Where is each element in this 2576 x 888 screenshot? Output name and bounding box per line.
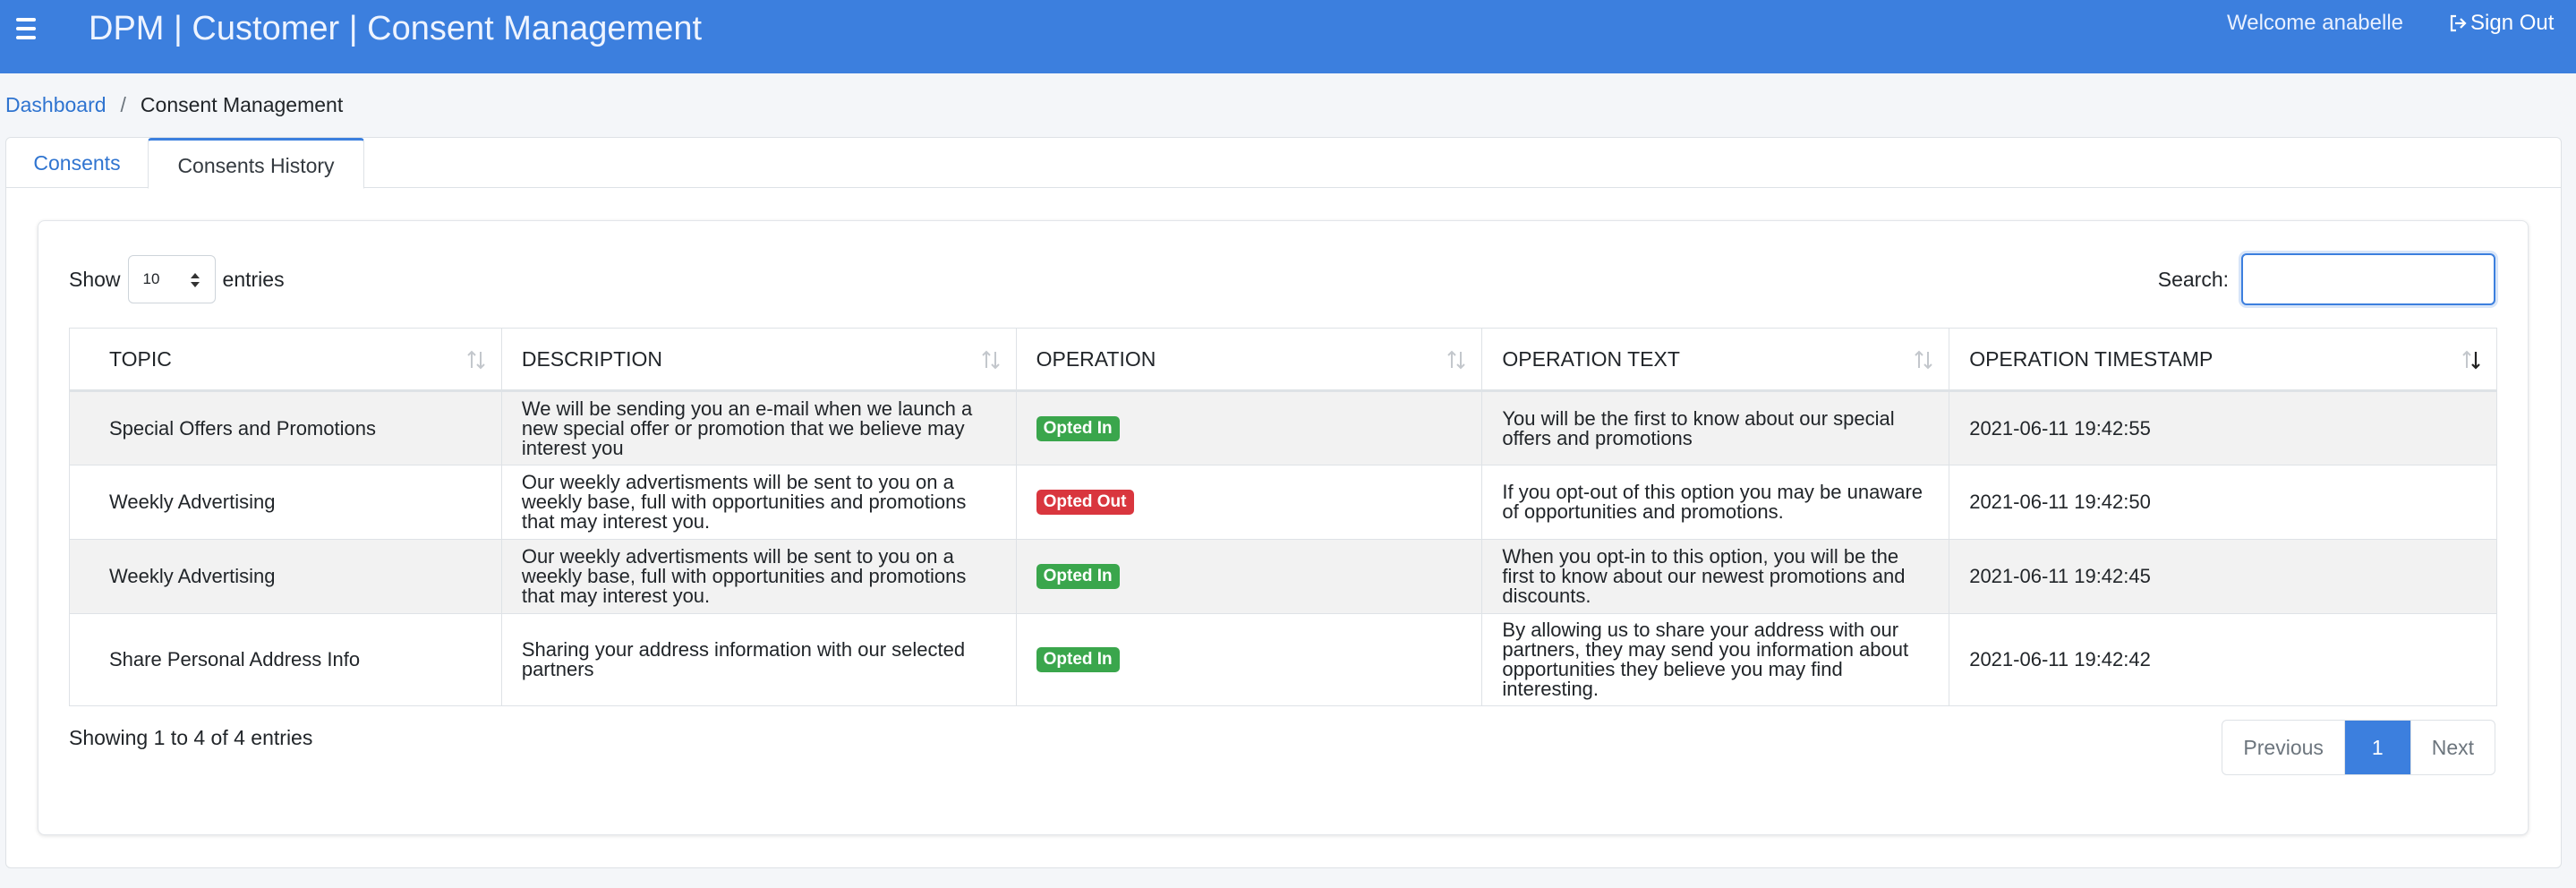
sort-icon (981, 350, 1000, 370)
cell-description: Our weekly advertisments will be sent to… (500, 465, 1017, 540)
table-row: Special Offers and Promotions We will be… (69, 390, 2497, 465)
breadcrumb-dashboard-link[interactable]: Dashboard (5, 90, 107, 120)
column-header-label: TOPIC (109, 346, 172, 371)
sort-icon (467, 350, 485, 370)
show-label: Show (69, 267, 121, 291)
table-row: Share Personal Address Info Sharing your… (69, 613, 2497, 706)
table-info: Showing 1 to 4 of 4 entries (69, 726, 313, 749)
status-badge: Opted In (1036, 415, 1120, 441)
content-panel: Consents Consents History Show 10 entrie… (5, 137, 2562, 868)
cell-topic: Share Personal Address Info (69, 613, 502, 706)
cell-topic: Weekly Advertising (69, 539, 502, 614)
cell-topic: Weekly Advertising (69, 465, 502, 540)
tab-bar: Consents Consents History (6, 138, 2561, 189)
cell-description: We will be sending you an e-mail when we… (500, 390, 1017, 465)
top-navbar: DPM | Customer | Consent Management Welc… (0, 0, 2576, 73)
cell-timestamp: 2021-06-11 19:42:45 (1949, 539, 2497, 614)
cell-operation: Opted Out (1015, 465, 1483, 540)
pagination: Previous 1 Next (2222, 720, 2495, 775)
cell-description: Our weekly advertisments will be sent to… (500, 539, 1017, 614)
status-badge: Opted In (1036, 564, 1120, 589)
breadcrumb-current: Consent Management (140, 93, 344, 116)
breadcrumb-separator: / (120, 93, 126, 116)
cell-timestamp: 2021-06-11 19:42:42 (1949, 613, 2497, 706)
breadcrumb: Dashboard / Consent Management (5, 90, 343, 120)
search-input[interactable] (2241, 253, 2495, 305)
column-header-label: OPERATION (1036, 346, 1156, 371)
cell-operation-text: When you opt-in to this option, you will… (1481, 539, 1950, 614)
column-header-operation[interactable]: OPERATION (1015, 328, 1483, 392)
column-header-operation-timestamp[interactable]: OPERATION TIMESTAMP (1949, 328, 2497, 392)
tab-consents-history[interactable]: Consents History (148, 138, 364, 189)
column-header-label: OPERATION TEXT (1502, 346, 1680, 371)
cell-timestamp: 2021-06-11 19:42:55 (1949, 390, 2497, 465)
cell-operation: Opted In (1015, 390, 1483, 465)
column-header-label: DESCRIPTION (521, 346, 663, 371)
sort-icon (1915, 350, 1932, 370)
select-arrows-icon (190, 273, 200, 287)
column-header-label: OPERATION TIMESTAMP (1969, 346, 2213, 371)
sign-out-link[interactable]: Sign Out (2447, 9, 2554, 38)
app-title: DPM | Customer | Consent Management (89, 10, 703, 47)
entries-select[interactable]: 10 (127, 255, 216, 303)
sign-out-label: Sign Out (2470, 11, 2555, 35)
cell-operation: Opted In (1015, 613, 1483, 706)
show-entries-control: Show 10 entries (69, 255, 285, 303)
menu-toggle-icon[interactable] (16, 16, 41, 41)
sign-out-icon (2450, 14, 2467, 32)
column-header-description[interactable]: DESCRIPTION (500, 328, 1017, 392)
next-page-button[interactable]: Next (2410, 721, 2495, 774)
previous-page-button[interactable]: Previous (2222, 721, 2345, 774)
entries-select-value: 10 (142, 270, 160, 287)
consents-history-table: TOPIC DESCRIPTION OPERATION OPERATION TE… (69, 328, 2497, 706)
search-label: Search: (2157, 267, 2229, 291)
table-row: Weekly Advertising Our weekly advertisme… (69, 539, 2497, 614)
cell-operation-text: If you opt-out of this option you may be… (1481, 465, 1950, 540)
table-row: Weekly Advertising Our weekly advertisme… (69, 465, 2497, 540)
table-header-row: TOPIC DESCRIPTION OPERATION OPERATION TE… (69, 328, 2497, 392)
tab-consents[interactable]: Consents (6, 138, 148, 189)
status-badge: Opted Out (1036, 490, 1134, 515)
cell-operation-text: You will be the first to know about our … (1481, 390, 1950, 465)
search-control: Search: (2158, 253, 2495, 305)
cell-topic: Special Offers and Promotions (69, 390, 502, 465)
cell-timestamp: 2021-06-11 19:42:50 (1949, 465, 2497, 540)
sort-icon (1447, 350, 1466, 370)
cell-description: Sharing your address information with ou… (500, 613, 1017, 706)
column-header-operation-text[interactable]: OPERATION TEXT (1481, 328, 1950, 392)
page-1-button[interactable]: 1 (2344, 721, 2410, 774)
column-header-topic[interactable]: TOPIC (69, 328, 502, 392)
welcome-text: Welcome anabelle (2227, 11, 2404, 35)
cell-operation: Opted In (1015, 539, 1483, 614)
status-badge: Opted In (1036, 647, 1120, 672)
cell-operation-text: By allowing us to share your address wit… (1481, 613, 1950, 706)
sort-desc-icon (2462, 350, 2480, 370)
history-card: Show 10 entries Search: TOPIC DESCRIPTIO… (38, 220, 2529, 835)
entries-label: entries (222, 267, 285, 291)
